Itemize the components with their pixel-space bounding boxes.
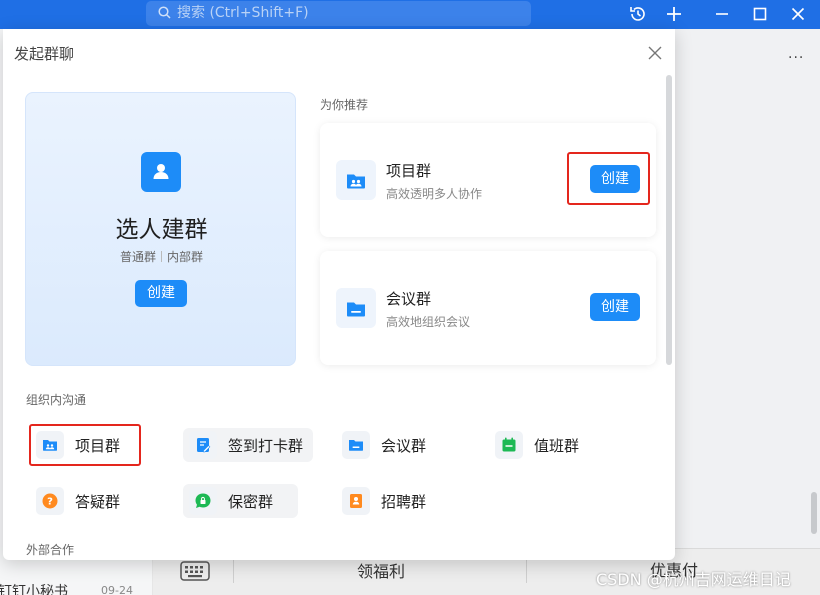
recommend-card-name: 会议群 — [386, 290, 432, 308]
meeting-group-icon — [342, 431, 370, 459]
person-icon — [141, 152, 181, 192]
welfare-button[interactable]: 领福利 — [357, 558, 405, 582]
grid-item-recruit[interactable]: 招聘群 — [336, 484, 444, 518]
qa-group-icon: ? — [36, 487, 64, 515]
select-people-title: 选人建群 — [115, 217, 208, 243]
title-bar: 搜索 (Ctrl+Shift+F) — [0, 0, 820, 29]
more-options-button[interactable]: ... — [788, 46, 804, 62]
close-window-icon[interactable] — [788, 4, 808, 24]
checkin-group-icon — [189, 431, 217, 459]
highlight-box — [29, 424, 141, 466]
internal-section-title: 组织内沟通 — [26, 393, 87, 407]
create-button[interactable]: 创建 — [135, 280, 187, 307]
minimize-icon[interactable] — [712, 4, 732, 24]
recommend-card-meeting[interactable]: 会议群 高效地组织会议 创建 — [320, 251, 656, 365]
grid-item-label: 答疑群 — [75, 493, 121, 511]
duty-group-icon — [495, 431, 523, 459]
grid-item-qa[interactable]: ? 答疑群 — [30, 484, 138, 518]
chat-preview-name[interactable]: 钉钉小秘书 — [0, 581, 68, 595]
recruit-group-icon — [342, 487, 370, 515]
grid-item-label: 值班群 — [534, 437, 580, 455]
recommend-card-desc: 高效透明多人协作 — [386, 187, 483, 201]
chat-panel — [674, 29, 820, 595]
recommend-section-title: 为你推荐 — [320, 98, 369, 112]
external-section-title: 外部合作 — [26, 543, 75, 557]
keyboard-icon[interactable] — [180, 560, 210, 582]
recommend-card-name: 项目群 — [386, 162, 432, 180]
select-people-card[interactable]: 选人建群 普通群 内部群 创建 — [25, 92, 296, 366]
create-meeting-group-button[interactable]: 创建 — [590, 293, 640, 321]
recommend-card-desc: 高效地组织会议 — [386, 315, 471, 329]
grid-item-label: 签到打卡群 — [228, 437, 304, 455]
chat-preview-date: 09-24 — [101, 584, 133, 595]
select-people-subtitle: 普通群 内部群 — [26, 248, 297, 265]
meeting-group-icon — [336, 288, 376, 328]
grid-item-duty[interactable]: 值班群 — [489, 428, 597, 462]
dialog-title: 发起群聊 — [14, 45, 75, 63]
secret-group-icon — [189, 487, 217, 515]
watermark: CSDN @杭州吉网运维日记 — [596, 570, 791, 589]
chat-scrollbar[interactable] — [811, 492, 817, 534]
close-icon[interactable] — [647, 45, 663, 61]
subtitle-normal-group: 普通群 — [119, 250, 156, 264]
start-group-chat-dialog: 发起群聊 选人建群 普通群 内部群 创建 为你推荐 项目群 高效透明多人协作 创建… — [3, 29, 675, 560]
search-icon — [158, 6, 171, 19]
global-search-input[interactable]: 搜索 (Ctrl+Shift+F) — [146, 1, 531, 26]
svg-text:?: ? — [47, 497, 53, 508]
grid-item-label: 保密群 — [228, 493, 274, 511]
grid-item-meeting[interactable]: 会议群 — [336, 428, 444, 462]
grid-item-label: 会议群 — [381, 437, 427, 455]
highlight-box — [567, 152, 650, 205]
maximize-icon[interactable] — [750, 4, 770, 24]
subtitle-internal-group: 内部群 — [167, 250, 204, 264]
project-group-icon — [336, 160, 376, 200]
search-placeholder: 搜索 (Ctrl+Shift+F) — [177, 5, 309, 21]
grid-item-secret[interactable]: 保密群 — [183, 484, 298, 518]
history-icon[interactable] — [628, 4, 648, 24]
divider — [161, 251, 162, 262]
dialog-scrollbar[interactable] — [666, 75, 672, 365]
divider — [526, 559, 527, 583]
divider — [233, 559, 234, 583]
grid-item-checkin[interactable]: 签到打卡群 — [183, 428, 313, 462]
add-icon[interactable] — [664, 4, 684, 24]
grid-item-label: 招聘群 — [381, 493, 427, 511]
